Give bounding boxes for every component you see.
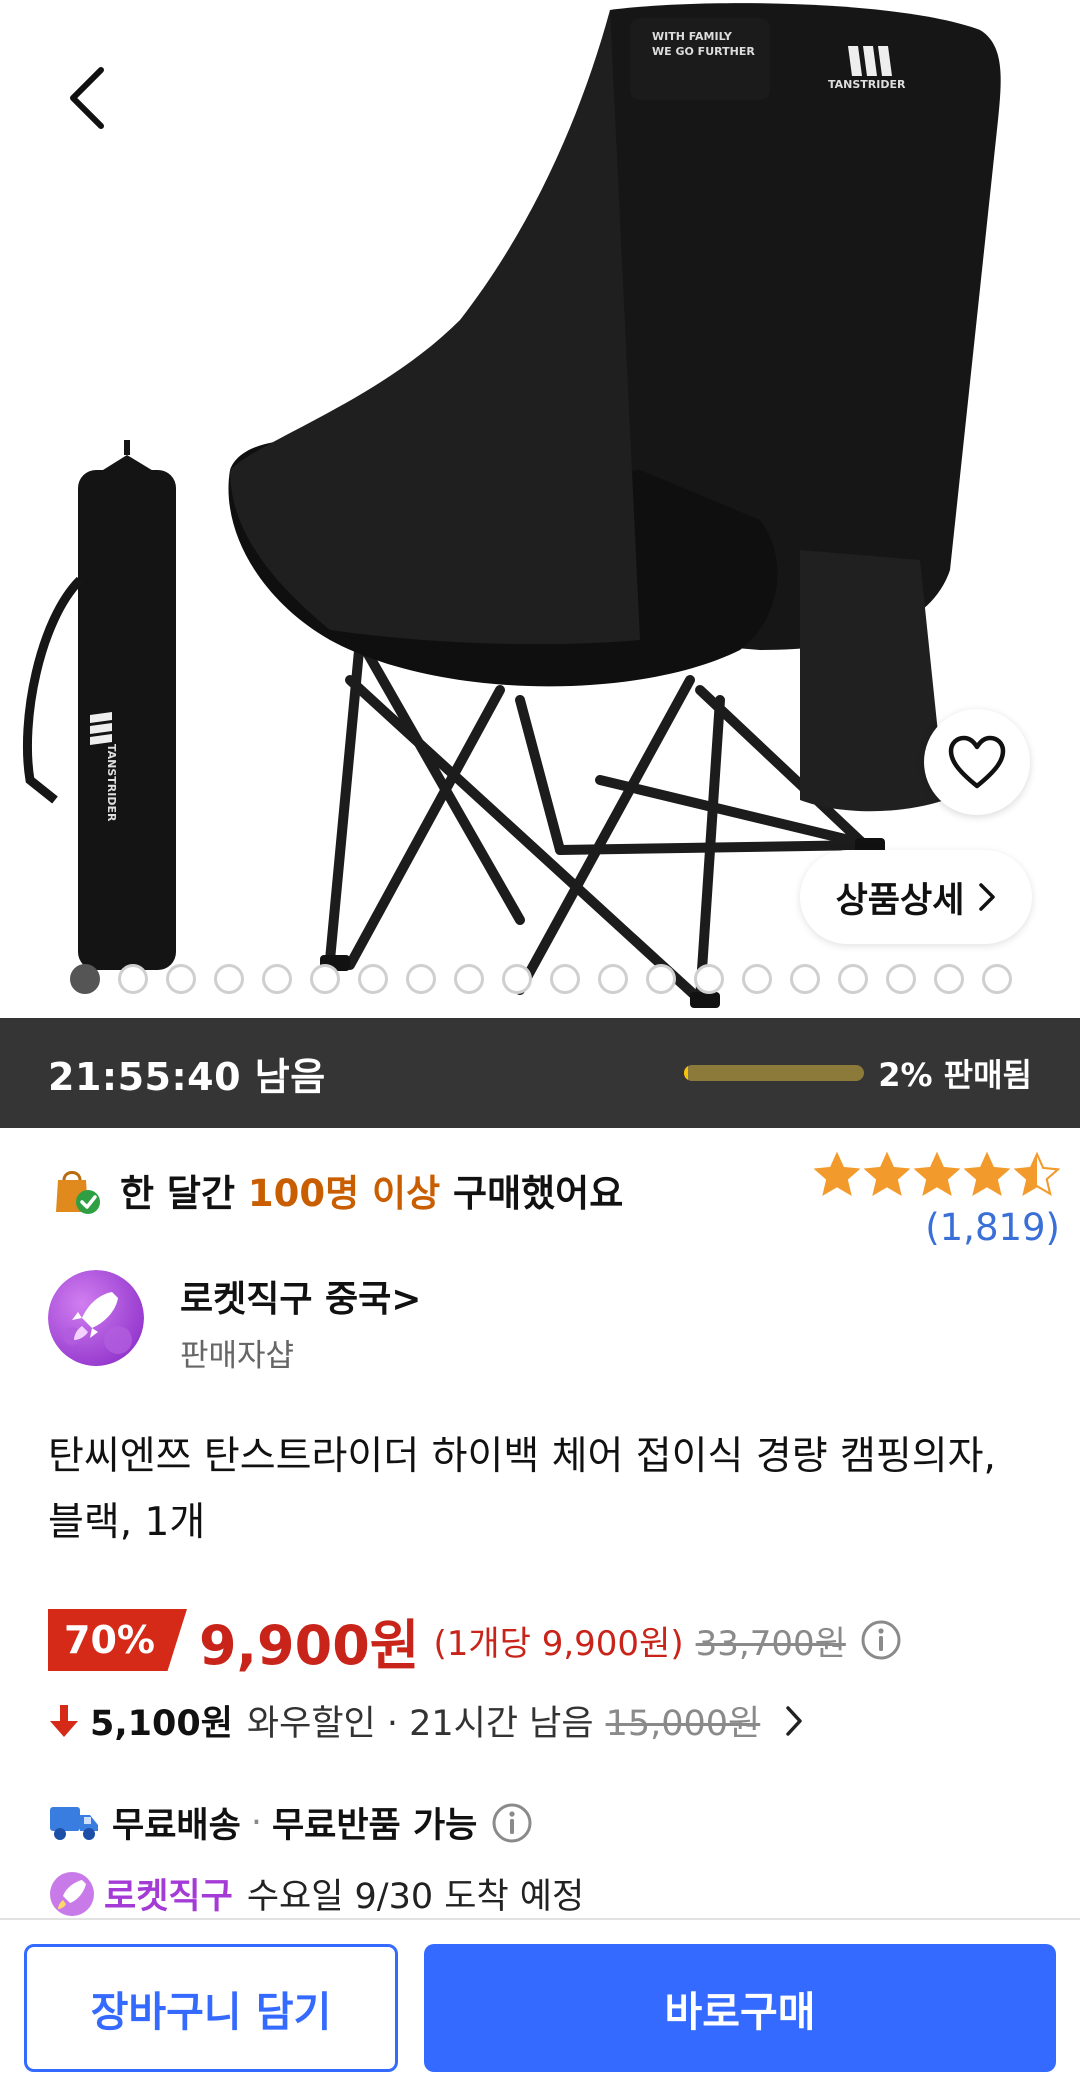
carousel-dot[interactable] — [118, 964, 148, 994]
truck-icon — [50, 1806, 98, 1840]
unit-price: (1개당 9,900원) — [433, 1623, 684, 1664]
sold-progress-bar — [684, 1065, 865, 1081]
product-rating[interactable]: (1,819) — [790, 1152, 1060, 1249]
star-icon — [1014, 1152, 1060, 1196]
discount-badge: 70% — [48, 1609, 187, 1671]
carousel-dot[interactable] — [70, 964, 100, 994]
svg-text:WITH FAMILY: WITH FAMILY — [652, 30, 733, 43]
wow-discount-row[interactable]: 5,100원 와우할인 · 21시간 남음 15,000원 — [48, 1695, 804, 1746]
carousel-dot[interactable] — [742, 964, 772, 994]
rocket-direct-label: 로켓직구 — [104, 1877, 233, 1917]
carousel-indicator — [70, 964, 1012, 994]
arrow-down-icon — [50, 1704, 78, 1737]
wow-discount-amount: 5,100원 — [90, 1704, 233, 1744]
carousel-dot[interactable] — [310, 964, 340, 994]
carousel-dot[interactable] — [262, 964, 292, 994]
carousel-dot[interactable] — [982, 964, 1012, 994]
rocket-icon — [48, 1270, 144, 1366]
sold-percentage: 2% 판매됨 — [878, 1056, 1032, 1094]
product-title: 탄씨엔쯔 탄스트라이더 하이백 체어 접이식 경량 캠핑의자, 블랙, 1개 — [48, 1434, 996, 1545]
back-button[interactable] — [52, 58, 122, 138]
star-icon — [864, 1152, 910, 1196]
buyers-prefix: 한 달간 — [120, 1172, 236, 1215]
seller-logo[interactable] — [48, 1270, 144, 1366]
star-icon — [964, 1152, 1010, 1196]
wishlist-button[interactable] — [924, 709, 1030, 815]
price-row: 70% 9,900원 (1개당 9,900원) 33,700원 — [48, 1605, 902, 1677]
product-detail-label: 상품상세 — [835, 880, 965, 921]
chevron-right-icon — [784, 1704, 804, 1738]
carousel-dot[interactable] — [646, 964, 676, 994]
seller-shop-label: 판매자샵 — [180, 1338, 295, 1374]
rocket-icon — [50, 1871, 94, 1916]
original-price: 33,700원 — [695, 1623, 846, 1664]
carousel-dot[interactable] — [358, 964, 388, 994]
carousel-dot[interactable] — [838, 964, 868, 994]
heart-icon — [948, 735, 1006, 789]
chevron-right-icon: > — [391, 1279, 422, 1320]
free-delivery: 무료배송 — [112, 1806, 241, 1846]
star-icon — [814, 1152, 860, 1196]
time-remaining: 21:55:40 남음 — [48, 1054, 326, 1099]
rocket-delivery-row: 로켓직구 수요일 9/30 도착 예정 — [48, 1868, 584, 1919]
sold-progress-fill — [684, 1065, 688, 1081]
free-return: 무료반품 가능 — [271, 1806, 478, 1846]
info-icon[interactable] — [491, 1802, 533, 1844]
carousel-dot[interactable] — [550, 964, 580, 994]
product-image-carousel[interactable]: WITH FAMILY WE GO FURTHER TANSTRIDER TAN… — [0, 0, 1080, 1018]
svg-text:TANSTRIDER: TANSTRIDER — [828, 78, 906, 91]
sale-price: 9,900원 — [198, 1613, 420, 1677]
delivery-eta: 수요일 9/30 도착 예정 — [246, 1877, 585, 1917]
chevron-left-icon — [70, 67, 104, 129]
carousel-dot[interactable] — [454, 964, 484, 994]
svg-text:WE GO FURTHER: WE GO FURTHER — [652, 45, 755, 58]
add-to-cart-button[interactable]: 장바구니 담기 — [24, 1944, 398, 2072]
buy-now-button[interactable]: 바로구매 — [424, 1944, 1056, 2072]
review-count[interactable]: (1,819) — [790, 1206, 1060, 1249]
deal-timer-bar: 21:55:40 남음 2% 판매됨 — [0, 1018, 1080, 1128]
seller-shop-link[interactable]: 로켓직구 중국> — [180, 1270, 421, 1322]
carousel-dot[interactable] — [694, 964, 724, 994]
chevron-right-icon — [979, 883, 996, 911]
product-detail-button[interactable]: 상품상세 — [800, 850, 1032, 944]
svg-text:TANSTRIDER: TANSTRIDER — [105, 744, 118, 822]
purchase-action-bar: 장바구니 담기 바로구매 — [0, 1918, 1080, 2094]
wow-original-price: 15,000원 — [605, 1704, 761, 1744]
carousel-dot[interactable] — [790, 964, 820, 994]
star-rating — [790, 1152, 1060, 1196]
carousel-dot[interactable] — [886, 964, 916, 994]
carousel-dot[interactable] — [406, 964, 436, 994]
carousel-dot[interactable] — [598, 964, 628, 994]
carousel-dot[interactable] — [214, 964, 244, 994]
buyers-highlight: 100명 이상 — [247, 1172, 441, 1215]
separator-dot: · — [250, 1802, 262, 1843]
wow-discount-text: 와우할인 · 21시간 남음 — [246, 1704, 594, 1744]
carousel-dot[interactable] — [502, 964, 532, 994]
shopping-bag-check-icon — [56, 1171, 100, 1214]
info-icon[interactable] — [860, 1619, 902, 1661]
carousel-dot[interactable] — [166, 964, 196, 994]
star-icon — [914, 1152, 960, 1196]
seller-name: 로켓직구 중국 — [180, 1279, 392, 1320]
shipping-row: 무료배송 · 무료반품 가능 — [48, 1797, 533, 1848]
carousel-dot[interactable] — [934, 964, 964, 994]
monthly-buyers: 한 달간 100명 이상 구매했어요 — [48, 1162, 623, 1218]
buyers-suffix: 구매했어요 — [453, 1172, 624, 1215]
